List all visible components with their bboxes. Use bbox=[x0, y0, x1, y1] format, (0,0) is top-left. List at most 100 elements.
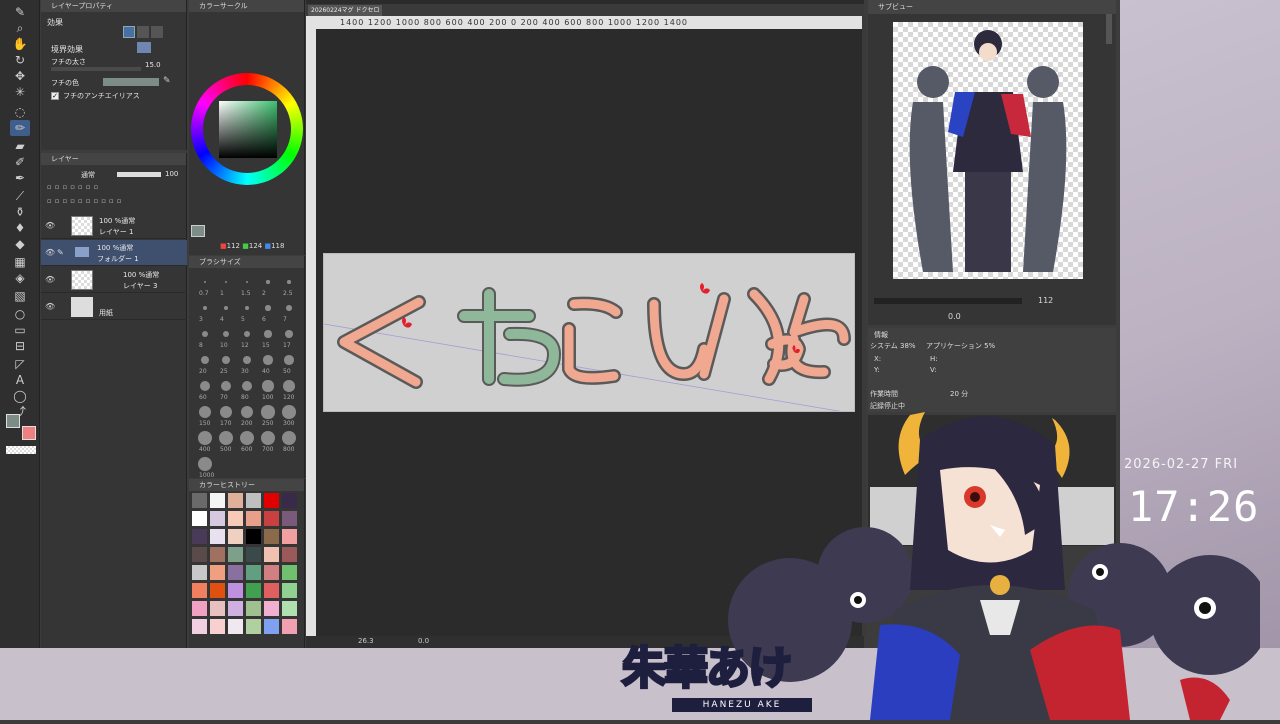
brush-size-option[interactable]: 2.5 bbox=[279, 272, 299, 297]
sub-view-scrollbar[interactable] bbox=[1106, 14, 1112, 44]
brush-size-option[interactable]: 2 bbox=[258, 272, 278, 297]
ink-icon[interactable]: ✒ bbox=[10, 170, 30, 186]
transparent-color-swatch[interactable] bbox=[6, 446, 36, 454]
eyedropper-icon[interactable]: ⟋ bbox=[10, 188, 30, 204]
color-history-swatch[interactable] bbox=[228, 601, 243, 616]
grid-icon[interactable]: ▦ bbox=[10, 254, 30, 270]
color-history-swatch[interactable] bbox=[282, 619, 297, 634]
layer-row[interactable]: 👁 100 %通常 レイヤー 1 bbox=[41, 213, 187, 239]
brush-size-option[interactable]: 3 bbox=[195, 298, 215, 323]
color-history-swatch[interactable] bbox=[246, 511, 261, 526]
color-history-swatch[interactable] bbox=[282, 583, 297, 598]
color-history-swatch[interactable] bbox=[264, 583, 279, 598]
shape-icon[interactable]: ○ bbox=[10, 306, 30, 322]
brush-size-option[interactable]: 80 bbox=[237, 376, 257, 401]
opacity-slider[interactable] bbox=[117, 172, 161, 177]
brush-size-option[interactable]: 500 bbox=[216, 428, 236, 453]
color-history-swatch[interactable] bbox=[210, 619, 225, 634]
color-history-swatch[interactable] bbox=[264, 511, 279, 526]
info-tab[interactable]: 情報 bbox=[874, 330, 888, 340]
color-history-swatch[interactable] bbox=[264, 619, 279, 634]
color-history-tab[interactable]: カラーヒストリー bbox=[189, 479, 304, 491]
eye-icon[interactable]: 👁 bbox=[45, 248, 55, 257]
eye-icon[interactable]: 👁 bbox=[45, 275, 55, 284]
layer-command-icons[interactable]: ▫▫▫▫▫▫▫▫▫▫ bbox=[47, 197, 181, 207]
color-history-swatch[interactable] bbox=[282, 601, 297, 616]
brush-size-option[interactable]: 25 bbox=[216, 350, 236, 375]
color-wheel-tab[interactable]: カラーサークル bbox=[189, 0, 304, 12]
color-history-swatch[interactable] bbox=[210, 583, 225, 598]
color-history-swatch[interactable] bbox=[192, 619, 207, 634]
color-history-swatch[interactable] bbox=[282, 511, 297, 526]
brush-size-option[interactable]: 12 bbox=[237, 324, 257, 349]
color-history-swatch[interactable] bbox=[228, 493, 243, 508]
color-history-swatch[interactable] bbox=[210, 547, 225, 562]
border-effect-toggle[interactable] bbox=[137, 42, 151, 53]
lasso-icon[interactable]: ◌ bbox=[10, 104, 30, 120]
color-history-swatch[interactable] bbox=[246, 529, 261, 544]
color-history-swatch[interactable] bbox=[210, 493, 225, 508]
color-history-swatch[interactable] bbox=[210, 511, 225, 526]
brush-tool-icon[interactable]: ✏ bbox=[10, 120, 30, 136]
effect-border-icon[interactable] bbox=[123, 26, 135, 38]
brush-size-option[interactable]: 17 bbox=[279, 324, 299, 349]
property-panel-tab[interactable]: レイヤープロパティ bbox=[41, 0, 186, 12]
brush-size-option[interactable]: 60 bbox=[195, 376, 215, 401]
eye-icon[interactable]: 👁 bbox=[45, 221, 55, 230]
color-history-swatch[interactable] bbox=[246, 601, 261, 616]
brush-size-option[interactable]: 40 bbox=[258, 350, 278, 375]
color-history-swatch[interactable] bbox=[246, 583, 261, 598]
color-history-swatch[interactable] bbox=[192, 565, 207, 580]
sub-view-angle-value[interactable]: 0.0 bbox=[948, 312, 961, 321]
rotate-icon[interactable]: ↻ bbox=[10, 52, 30, 68]
color-history-swatch[interactable] bbox=[228, 547, 243, 562]
sub-view-tab[interactable]: サブビュー bbox=[868, 0, 1116, 14]
layer-row[interactable]: 👁 用紙 bbox=[41, 294, 187, 320]
brush-size-option[interactable]: 150 bbox=[195, 402, 215, 427]
saturation-value-square[interactable] bbox=[219, 101, 277, 158]
brush-size-option[interactable]: 0.7 bbox=[195, 272, 215, 297]
brush-size-option[interactable]: 700 bbox=[258, 428, 278, 453]
color-history-swatch[interactable] bbox=[192, 583, 207, 598]
canvas-tab[interactable]: 20260224マグ ドクセロア × bbox=[308, 5, 382, 25]
edge-color-swatch[interactable] bbox=[103, 78, 159, 86]
color-history-swatch[interactable] bbox=[264, 547, 279, 562]
eyedropper-icon[interactable]: ✎ bbox=[163, 76, 171, 86]
balloon-icon[interactable]: ◯ bbox=[10, 388, 30, 404]
pencil-icon[interactable]: ✐ bbox=[10, 154, 30, 170]
brush-size-tab[interactable]: ブラシサイズ bbox=[189, 256, 304, 268]
color-history-swatch[interactable] bbox=[192, 493, 207, 508]
color-history-swatch[interactable] bbox=[210, 601, 225, 616]
brush-size-option[interactable]: 400 bbox=[195, 428, 215, 453]
brush-size-option[interactable]: 200 bbox=[237, 402, 257, 427]
brush-size-option[interactable]: 1000 bbox=[195, 454, 215, 479]
blend-mode-select[interactable]: 通常 bbox=[81, 170, 95, 180]
eraser-icon[interactable]: ▰ bbox=[10, 138, 30, 154]
color-history-swatch[interactable] bbox=[264, 565, 279, 580]
eye-icon[interactable]: 👁 bbox=[45, 302, 55, 311]
angle-value[interactable]: 0.0 bbox=[418, 637, 429, 645]
layer-row-selected[interactable]: 👁 ✎ 100 %通常 フォルダー 1 bbox=[41, 240, 187, 266]
layer-row[interactable]: 👁 100 %通常 レイヤー 3 bbox=[41, 267, 187, 293]
color-history-swatch[interactable] bbox=[228, 565, 243, 580]
color-history-swatch[interactable] bbox=[282, 547, 297, 562]
brush-size-option[interactable]: 1.5 bbox=[237, 272, 257, 297]
ruler-icon[interactable]: ⊟ bbox=[10, 338, 30, 354]
brush-size-option[interactable]: 300 bbox=[279, 402, 299, 427]
color-history-swatch[interactable] bbox=[264, 529, 279, 544]
brush-size-option[interactable]: 250 bbox=[258, 402, 278, 427]
layer-option-icons[interactable]: ▫▫▫▫▫▫▫ bbox=[47, 183, 181, 193]
bucket-icon[interactable]: ◈ bbox=[10, 270, 30, 286]
color-history-swatch[interactable] bbox=[282, 565, 297, 580]
drop-icon[interactable]: ♦ bbox=[10, 220, 30, 236]
brush-size-option[interactable]: 8 bbox=[195, 324, 215, 349]
effect-tone-icon[interactable] bbox=[137, 26, 149, 38]
color-history-swatch[interactable] bbox=[228, 619, 243, 634]
brush-size-option[interactable]: 70 bbox=[216, 376, 236, 401]
color-history-swatch[interactable] bbox=[210, 529, 225, 544]
brush-size-option[interactable]: 10 bbox=[216, 324, 236, 349]
color-history-swatch[interactable] bbox=[210, 565, 225, 580]
brush-size-option[interactable]: 7 bbox=[279, 298, 299, 323]
brush-size-option[interactable]: 5 bbox=[237, 298, 257, 323]
color-history-swatch[interactable] bbox=[228, 511, 243, 526]
